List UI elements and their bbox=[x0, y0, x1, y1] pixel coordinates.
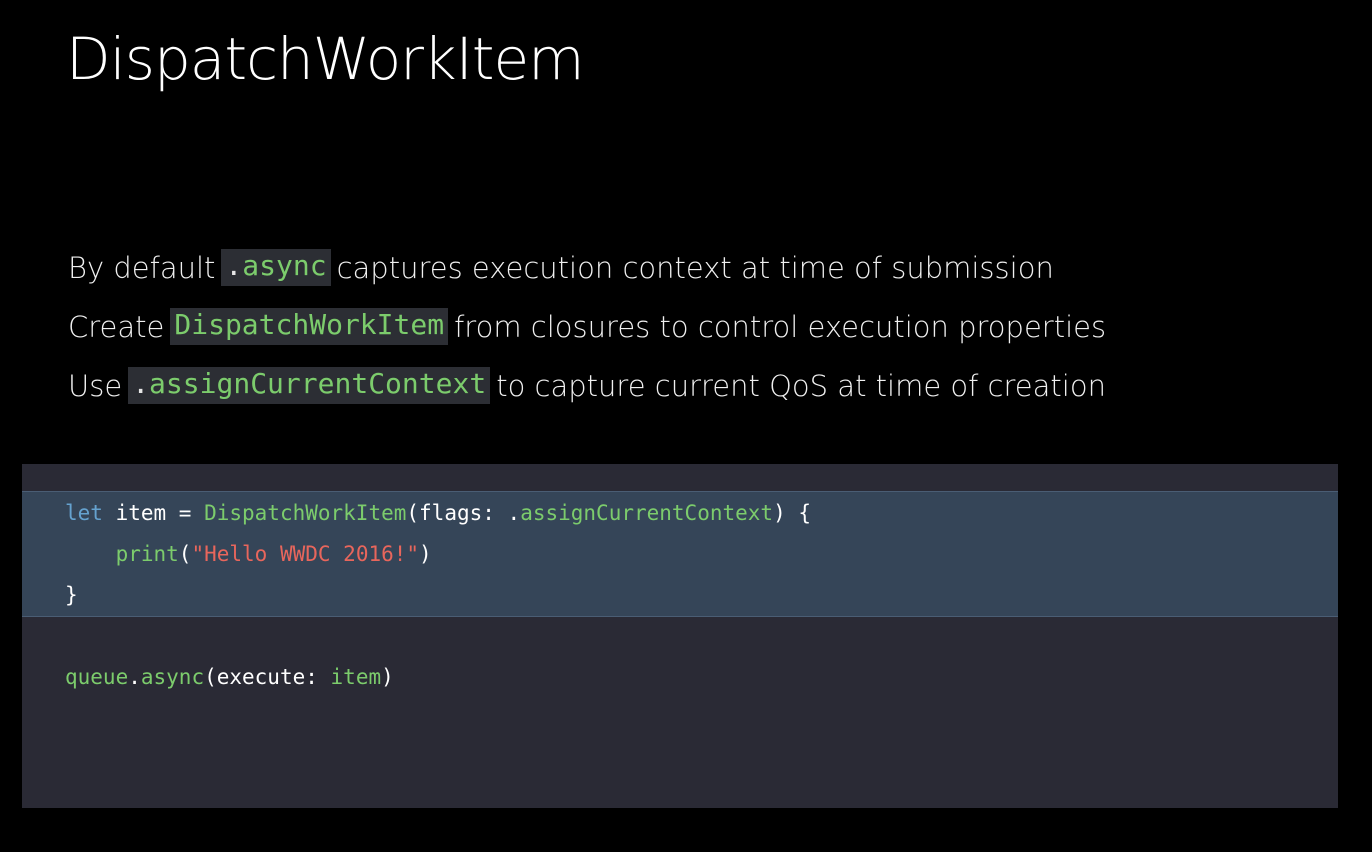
member-assigncurrentcontext: assignCurrentContext bbox=[520, 501, 774, 525]
code-paren-close: ) bbox=[419, 542, 432, 566]
bullet-list: By default .async captures execution con… bbox=[68, 238, 1348, 415]
keyword-let: let bbox=[65, 501, 103, 525]
code-chip-dot: . bbox=[225, 249, 243, 283]
code-chip-dispatchworkitem: DispatchWorkItem bbox=[170, 308, 449, 345]
code-execute-label: (execute: bbox=[204, 665, 331, 689]
code-line-1: let item = DispatchWorkItem(flags: .assi… bbox=[65, 503, 811, 524]
bullet-2-before: Create bbox=[68, 309, 165, 344]
code-chip-async: .async bbox=[221, 249, 331, 286]
code-item-assign: item = bbox=[102, 501, 205, 525]
bullet-1-after: captures execution context at time of su… bbox=[336, 250, 1054, 285]
code-closing-brace: } bbox=[65, 583, 78, 607]
bullet-2: Create DispatchWorkItem from closures to… bbox=[68, 297, 1348, 356]
code-paren-close-2: ) bbox=[381, 665, 394, 689]
code-chip-dot: . bbox=[132, 367, 150, 401]
bullet-3: Use .assignCurrentContext to capture cur… bbox=[68, 356, 1348, 415]
type-dispatchworkitem: DispatchWorkItem bbox=[204, 501, 407, 525]
identifier-queue: queue bbox=[65, 665, 129, 689]
bullet-1: By default .async captures execution con… bbox=[68, 238, 1348, 297]
code-dot: . bbox=[128, 665, 141, 689]
function-print: print bbox=[115, 542, 179, 566]
code-panel: let item = DispatchWorkItem(flags: .assi… bbox=[22, 464, 1338, 808]
bullet-3-before: Use bbox=[68, 368, 123, 403]
identifier-item: item bbox=[330, 665, 382, 689]
method-async: async bbox=[140, 665, 205, 689]
code-flags-open: (flags: . bbox=[406, 501, 521, 525]
code-chip-assigncurrentcontext: .assignCurrentContext bbox=[128, 367, 491, 404]
string-literal: "Hello WWDC 2016!" bbox=[191, 542, 420, 566]
code-chip-text: assignCurrentContext bbox=[149, 367, 487, 401]
bullet-1-before: By default bbox=[68, 250, 216, 285]
code-line-3: } bbox=[65, 585, 78, 606]
code-chip-text: async bbox=[242, 249, 327, 283]
bullet-3-after: to capture current QoS at time of creati… bbox=[496, 368, 1106, 403]
code-close-brace-open: ) { bbox=[773, 501, 811, 525]
code-line-4: queue.async(execute: item) bbox=[65, 667, 394, 688]
slide-title: DispatchWorkItem bbox=[66, 25, 585, 93]
code-chip-text: DispatchWorkItem bbox=[174, 308, 445, 342]
code-line-2: print("Hello WWDC 2016!") bbox=[65, 544, 432, 565]
code-paren-open: ( bbox=[178, 542, 192, 566]
bullet-2-after: from closures to control execution prope… bbox=[454, 309, 1107, 344]
